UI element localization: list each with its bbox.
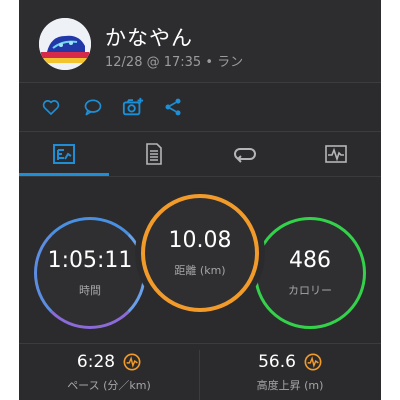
comment-icon (84, 99, 102, 116)
chart-badge-icon[interactable] (123, 353, 141, 371)
distance-stat[interactable]: 10.08 距離 (km) (141, 194, 259, 312)
details-icon (146, 143, 162, 165)
comment-button[interactable] (79, 93, 107, 121)
calories-value: 486 (289, 248, 331, 273)
summary-icon (53, 144, 75, 164)
tab-laps[interactable] (200, 132, 290, 176)
calories-label: カロリー (288, 284, 332, 297)
distance-value: 10.08 (168, 228, 232, 253)
tab-details[interactable] (109, 132, 199, 176)
activity-tabs (19, 132, 381, 176)
activity-meta: 12/28 @ 17:35 • ラン (105, 55, 244, 70)
laps-icon (234, 148, 256, 163)
distance-label: 距離 (km) (174, 264, 226, 277)
time-stat[interactable]: 1:05:11 時間 (34, 217, 146, 329)
tab-charts[interactable] (291, 132, 381, 176)
heart-icon (42, 100, 60, 115)
user-name[interactable]: かなやん (105, 22, 193, 52)
elevation-label: 高度上昇 (m) (256, 379, 324, 392)
pace-value: 6:28 (76, 352, 116, 372)
chart-badge-icon[interactable] (304, 353, 322, 371)
tab-summary[interactable] (19, 132, 109, 176)
like-button[interactable] (37, 93, 65, 121)
stats-panel: 1:05:11 時間 486 カロリー 10.08 距離 (km) (19, 177, 381, 343)
elevation-value: 56.6 (258, 352, 296, 372)
time-label: 時間 (79, 284, 101, 297)
pace-label: ペース (分／km) (67, 379, 151, 392)
share-icon (165, 98, 181, 116)
activity-screen: かなやん 12/28 @ 17:35 • ラン 1:05:11 時間 486 カ… (19, 0, 381, 400)
time-value: 1:05:11 (47, 248, 133, 273)
action-bar (19, 83, 381, 131)
add-photo-icon (122, 97, 144, 116)
divider (19, 343, 381, 344)
elevation-stat[interactable]: 56.6 高度上昇 (m) (200, 352, 380, 400)
calories-stat[interactable]: 486 カロリー (254, 217, 366, 329)
share-button[interactable] (159, 93, 187, 121)
charts-icon (325, 145, 347, 163)
pace-stat[interactable]: 6:28 ペース (分／km) (19, 352, 199, 400)
avatar[interactable] (39, 18, 91, 70)
add-photo-button[interactable] (119, 93, 147, 121)
activity-header: かなやん 12/28 @ 17:35 • ラン (19, 0, 381, 82)
